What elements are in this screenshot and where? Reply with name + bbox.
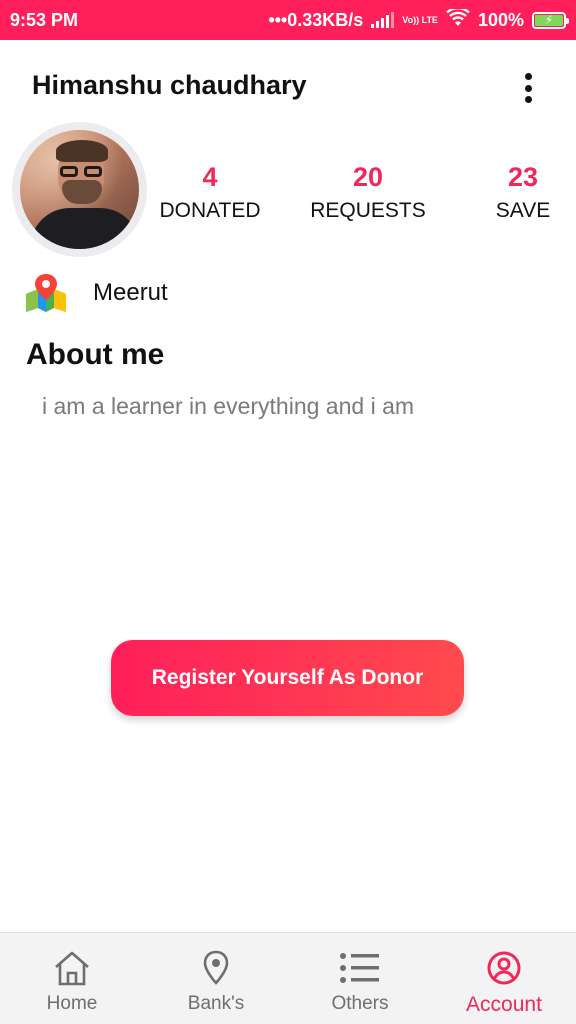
status-time: 9:53 PM [10, 9, 79, 30]
list-icon [339, 947, 381, 989]
location-pin-icon [195, 947, 237, 989]
about-text: i am a learner in everything and i am [42, 393, 415, 419]
stat-requests-label: REQUESTS [310, 199, 426, 222]
wifi-icon [446, 6, 470, 32]
battery-charging-icon: ⚡ [532, 11, 569, 29]
signal-icon [371, 12, 395, 28]
status-indicators: •••0.33KB/s Vo)) LTE 100% ⚡ [268, 6, 569, 32]
stat-save-label: SAVE [495, 199, 551, 222]
nav-label-banks: Bank's [187, 993, 245, 1014]
status-bar: 9:53 PM •••0.33KB/s Vo)) LTE 100% ⚡ [0, 0, 576, 40]
nav-label-account: Account [466, 993, 542, 1016]
map-pin-icon [24, 272, 68, 314]
more-vertical-icon[interactable] [512, 70, 544, 106]
stat-save[interactable]: 23 SAVE [492, 160, 554, 226]
nav-item-home[interactable]: Home [0, 933, 144, 1024]
volte-lte-icon: Vo)) LTE [402, 14, 438, 25]
stat-donated[interactable]: 4 DONATED [158, 160, 262, 226]
nav-item-others[interactable]: Others [288, 933, 432, 1024]
bottom-nav: Home Bank's Others Account [0, 932, 576, 1024]
nav-item-banks[interactable]: Bank's [144, 933, 288, 1024]
stat-donated-label: DONATED [159, 199, 261, 222]
avatar[interactable] [12, 122, 147, 257]
nav-item-account[interactable]: Account [432, 933, 576, 1024]
register-donor-button[interactable]: Register Yourself As Donor [111, 640, 464, 716]
network-speed: •••0.33KB/s [268, 9, 364, 30]
battery-level: 100% [477, 9, 524, 30]
home-icon [51, 947, 93, 989]
nav-label-others: Others [331, 993, 389, 1014]
avatar-photo [20, 130, 139, 249]
stat-save-value: 23 [507, 162, 539, 192]
nav-label-home: Home [46, 993, 98, 1014]
stat-donated-value: 4 [202, 162, 218, 192]
stat-requests[interactable]: 20 REQUESTS [308, 160, 428, 226]
stat-requests-value: 20 [352, 162, 384, 192]
location-city: Meerut [93, 279, 168, 306]
account-circle-icon [483, 947, 525, 989]
profile-name: Himanshu chaudhary [32, 70, 307, 100]
about-heading: About me [26, 338, 165, 371]
